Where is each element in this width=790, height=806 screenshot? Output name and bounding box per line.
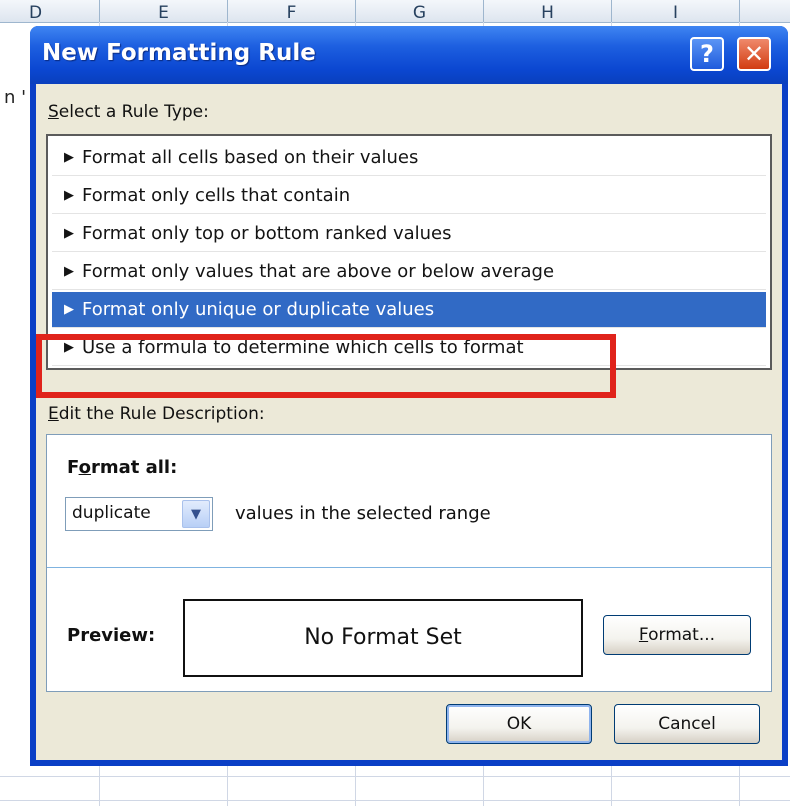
red-highlight-annotation [36, 334, 616, 398]
dropdown-suffix-text: values in the selected range [235, 503, 491, 524]
column-header-g[interactable]: G [356, 0, 484, 22]
triangle-right-icon: ▶ [64, 264, 74, 279]
rule-type-item[interactable]: ▶ Format all cells based on their values [52, 140, 766, 176]
rule-type-item-label: Format only cells that contain [82, 185, 351, 206]
duplicate-unique-dropdown[interactable]: duplicate ▼ [65, 497, 213, 531]
format-button-accel: F [638, 625, 649, 645]
format-all-rest: rmat all: [90, 457, 178, 478]
rule-type-item-selected[interactable]: ▶ Format only unique or duplicate values [52, 292, 766, 328]
dialog-client-area: Select a Rule Type: ▶ Format all cells ba… [36, 84, 782, 760]
preview-label: Preview: [67, 625, 156, 646]
triangle-right-icon: ▶ [64, 150, 74, 165]
triangle-right-icon: ▶ [64, 226, 74, 241]
rule-description-label-text: dit the Rule Description: [58, 404, 265, 424]
rule-type-item[interactable]: ▶ Format only cells that contain [52, 178, 766, 214]
column-header-d[interactable]: D [0, 0, 100, 22]
column-header-row: D E F G H I [0, 0, 790, 23]
rule-type-item-label: Format all cells based on their values [82, 147, 419, 168]
column-header-i[interactable]: I [612, 0, 740, 22]
help-button[interactable]: ? [690, 37, 724, 71]
rule-type-label-text: elect a Rule Type: [58, 102, 209, 122]
grid-line [0, 776, 790, 777]
triangle-right-icon: ▶ [64, 188, 74, 203]
triangle-right-icon: ▶ [64, 302, 74, 317]
format-all-label: Format all: [67, 457, 177, 478]
preview-box: No Format Set [183, 599, 583, 677]
ok-button[interactable]: OK [446, 704, 592, 744]
column-header-f[interactable]: F [228, 0, 356, 22]
rule-type-label-accel: S [48, 102, 59, 122]
close-button[interactable]: ✕ [737, 37, 771, 71]
rule-type-item[interactable]: ▶ Format only values that are above or be… [52, 254, 766, 290]
format-button[interactable]: Format... [603, 615, 751, 655]
cancel-button[interactable]: Cancel [614, 704, 760, 744]
format-button-label: ormat... [648, 625, 716, 645]
grid-line [0, 800, 790, 801]
dropdown-value: duplicate [72, 503, 151, 523]
dialog-titlebar[interactable]: New Formatting Rule ? ✕ [30, 26, 788, 84]
column-header-h[interactable]: H [484, 0, 612, 22]
chevron-down-icon[interactable]: ▼ [182, 500, 210, 528]
dialog-title: New Formatting Rule [42, 40, 316, 66]
rule-type-label: Select a Rule Type: [48, 102, 209, 122]
new-formatting-rule-dialog: New Formatting Rule ? ✕ Select a Rule Ty… [30, 26, 788, 766]
rule-description-label: Edit the Rule Description: [48, 404, 265, 424]
rule-type-item-label: Format only top or bottom ranked values [82, 223, 452, 244]
divider [47, 567, 771, 568]
rule-type-item[interactable]: ▶ Format only top or bottom ranked values [52, 216, 766, 252]
format-all-accel: o [78, 457, 91, 478]
rule-type-item-label: Format only unique or duplicate values [82, 299, 435, 320]
rule-type-item-label: Format only values that are above or bel… [82, 261, 555, 282]
rule-description-label-accel: E [48, 404, 59, 424]
format-all-prefix: F [67, 457, 79, 478]
cell-text-fragment: n ' [4, 87, 27, 108]
rule-description-panel: Format all: duplicate ▼ values in the se… [46, 434, 772, 692]
column-header-e[interactable]: E [100, 0, 228, 22]
